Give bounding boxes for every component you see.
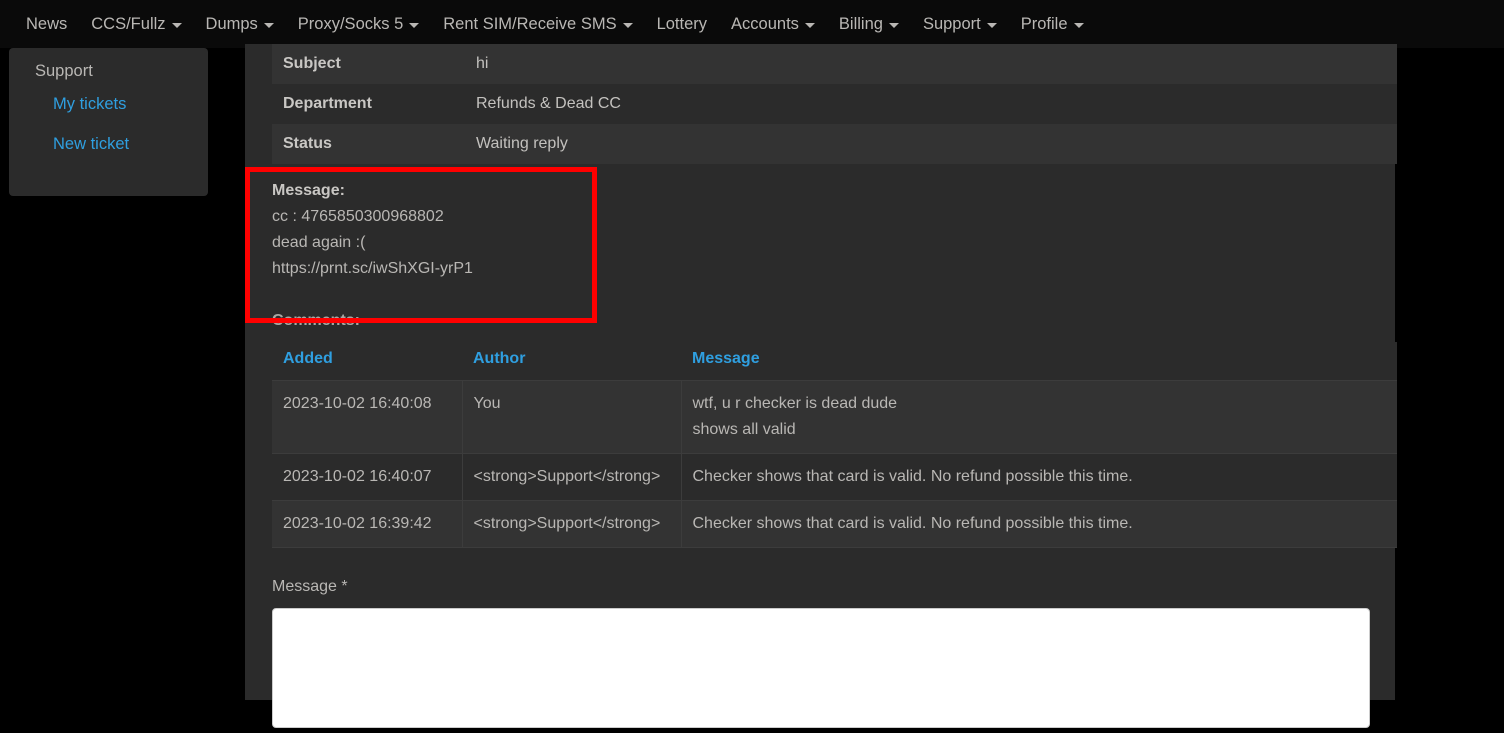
- comment-added: 2023-10-02 16:39:42: [272, 500, 463, 548]
- comment-author: <strong>Support</strong>: [462, 453, 682, 501]
- nav-item-dumps[interactable]: Dumps: [194, 10, 286, 39]
- nav-item-billing[interactable]: Billing: [827, 10, 911, 39]
- comment-author: <strong>Support</strong>: [462, 500, 682, 548]
- chevron-down-icon: [409, 22, 420, 28]
- detail-key: Subject: [283, 55, 341, 72]
- message-input[interactable]: [272, 608, 1370, 728]
- chevron-down-icon: [804, 22, 815, 28]
- nav-item-label: Proxy/Socks 5: [297, 14, 404, 33]
- comments-heading: Comments:: [272, 312, 361, 329]
- nav-item-lottery[interactable]: Lottery: [645, 10, 719, 39]
- table-row: 2023-10-02 16:40:08 You wtf, u r checker…: [272, 380, 1397, 454]
- chevron-down-icon: [622, 22, 633, 28]
- detail-key: Department: [283, 95, 372, 112]
- message-line-card: cc : 4765850300968802: [272, 208, 444, 225]
- status-badge: Waiting reply: [476, 135, 568, 152]
- comment-added: 2023-10-02 16:40:08: [272, 380, 463, 454]
- nav-item-profile[interactable]: Profile: [1009, 10, 1096, 39]
- nav-item-accounts[interactable]: Accounts: [719, 10, 827, 39]
- nav-item-label: Lottery: [656, 14, 708, 33]
- main-content-panel: Subject hi Department Refunds & Dead CC …: [245, 44, 1397, 728]
- table-row: Department Refunds & Dead CC: [272, 84, 1397, 124]
- reply-form: Message *: [272, 576, 1395, 733]
- nav-item-label: Support: [922, 14, 981, 33]
- nav-item-label: Rent SIM/Receive SMS: [443, 14, 617, 33]
- detail-value: Refunds & Dead CC: [476, 95, 621, 112]
- column-header-message[interactable]: Message: [681, 342, 1397, 381]
- ticket-details-table: Subject hi Department Refunds & Dead CC …: [272, 44, 1397, 164]
- message-field-label: Message *: [272, 578, 348, 595]
- sidebar-item-my-tickets[interactable]: My tickets: [9, 84, 208, 124]
- nav-item-proxy-socks-5[interactable]: Proxy/Socks 5: [286, 10, 431, 39]
- chevron-down-icon: [1073, 22, 1084, 28]
- comment-message: Checker shows that card is valid. No ref…: [681, 453, 1397, 501]
- nav-item-rent-sim-receive-sms[interactable]: Rent SIM/Receive SMS: [431, 10, 644, 39]
- top-navbar: News CCS/Fullz Dumps Proxy/Socks 5 Rent …: [0, 0, 1504, 48]
- sidebar-heading: Support: [35, 62, 93, 80]
- nav-item-label: CCS/Fullz: [91, 14, 166, 33]
- nav-item-ccs-fullz[interactable]: CCS/Fullz: [79, 10, 193, 39]
- comment-message: wtf, u r checker is dead dude shows all …: [681, 380, 1397, 454]
- table-row: Status Waiting reply: [272, 124, 1397, 164]
- nav-item-news[interactable]: News: [14, 10, 79, 39]
- nav-item-label: Accounts: [731, 14, 799, 33]
- nav-item-support[interactable]: Support: [911, 10, 1009, 39]
- chevron-down-icon: [888, 22, 899, 28]
- comment-message: Checker shows that card is valid. No ref…: [681, 500, 1397, 548]
- chevron-down-icon: [171, 22, 182, 28]
- table-row: 2023-10-02 16:39:42 <strong>Support</str…: [272, 500, 1397, 548]
- comments-table: Added Author Message 2023-10-02 16:40:08…: [272, 342, 1397, 548]
- nav-item-label: Dumps: [205, 14, 258, 33]
- detail-value: hi: [476, 55, 489, 72]
- column-header-author[interactable]: Author: [462, 342, 681, 381]
- column-header-added[interactable]: Added: [272, 342, 462, 381]
- table-row: Subject hi: [272, 44, 1397, 84]
- sidebar-item-new-ticket[interactable]: New ticket: [9, 124, 208, 164]
- message-line-note: dead again :(: [272, 234, 366, 251]
- chevron-down-icon: [986, 22, 997, 28]
- message-line-url: https://prnt.sc/iwShXGI-yrP1: [272, 260, 473, 277]
- comment-author: You: [462, 380, 682, 454]
- sidebar: Support My tickets New ticket: [9, 48, 208, 196]
- ticket-message-block: Message: cc : 4765850300968802 dead agai…: [272, 164, 1395, 334]
- table-row: 2023-10-02 16:40:07 <strong>Support</str…: [272, 453, 1397, 501]
- nav-item-label: Billing: [838, 14, 883, 33]
- chevron-down-icon: [263, 22, 274, 28]
- nav-item-label: Profile: [1020, 14, 1068, 33]
- message-heading: Message:: [272, 182, 345, 199]
- table-header-row: Added Author Message: [272, 342, 1397, 381]
- nav-item-label: News: [26, 14, 68, 33]
- comment-added: 2023-10-02 16:40:07: [272, 453, 463, 501]
- detail-key: Status: [283, 135, 332, 152]
